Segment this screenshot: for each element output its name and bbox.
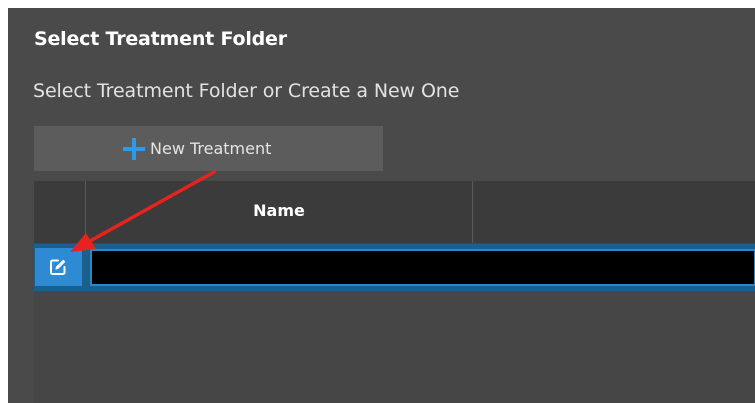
column-header-extra[interactable] xyxy=(473,181,755,243)
column-header-name-label: Name xyxy=(253,201,305,220)
column-header-edit[interactable] xyxy=(34,181,86,243)
row-name-cell-redacted[interactable] xyxy=(90,249,755,286)
edit-icon xyxy=(50,259,66,275)
dialog-subtitle: Select Treatment Folder or Create a New … xyxy=(33,80,460,102)
treatment-folder-table: Name xyxy=(34,181,755,403)
select-treatment-dialog: Select Treatment Folder Select Treatment… xyxy=(8,8,755,403)
new-treatment-button[interactable]: New Treatment xyxy=(34,126,383,171)
new-treatment-label: New Treatment xyxy=(150,139,272,158)
plus-icon xyxy=(123,138,145,160)
column-header-name[interactable]: Name xyxy=(86,181,473,243)
table-row[interactable] xyxy=(34,244,755,291)
edit-button[interactable] xyxy=(35,248,82,286)
dialog-title: Select Treatment Folder xyxy=(34,28,287,50)
table-header: Name xyxy=(34,181,755,243)
